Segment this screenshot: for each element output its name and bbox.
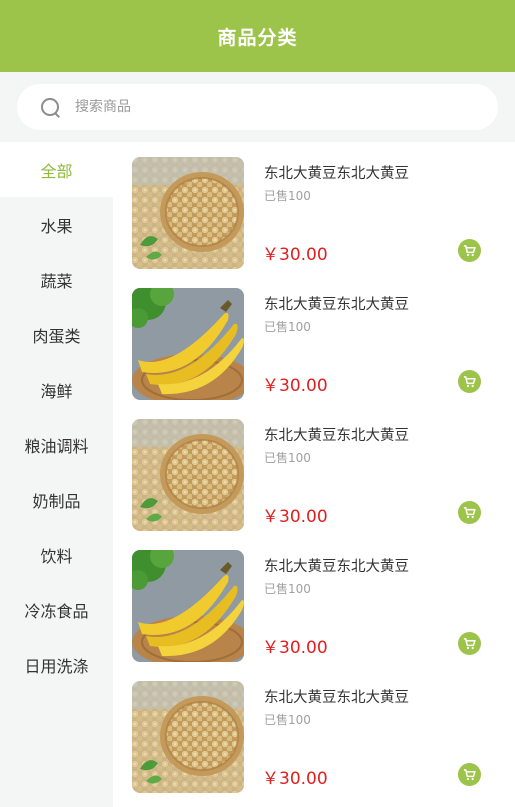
product-image-bananas bbox=[132, 550, 244, 662]
product-image-bananas bbox=[132, 288, 244, 400]
sidebar-item-grain-oil[interactable]: 粮油调料 bbox=[0, 417, 113, 472]
product-price: ￥30.00 bbox=[262, 245, 328, 265]
product-sold-count: 已售100 bbox=[264, 582, 311, 596]
product-card[interactable]: 东北大黄豆东北大黄豆 已售100 ￥30.00 bbox=[113, 666, 515, 797]
sidebar-item-dairy[interactable]: 奶制品 bbox=[0, 472, 113, 527]
product-name: 东北大黄豆东北大黄豆 bbox=[264, 297, 409, 313]
sidebar-item-fruit[interactable]: 水果 bbox=[0, 197, 113, 252]
product-name: 东北大黄豆东北大黄豆 bbox=[264, 690, 409, 706]
sidebar-item-all[interactable]: 全部 bbox=[0, 142, 113, 197]
sidebar-item-vegetables[interactable]: 蔬菜 bbox=[0, 252, 113, 307]
cart-icon[interactable] bbox=[458, 239, 481, 262]
product-name: 东北大黄豆东北大黄豆 bbox=[264, 559, 409, 575]
product-price: ￥30.00 bbox=[262, 769, 328, 789]
category-sidebar: 全部 水果 蔬菜 肉蛋类 海鲜 粮油调料 奶制品 饮料 冷冻食品 日用洗涤 bbox=[0, 142, 113, 807]
product-sold-count: 已售100 bbox=[264, 320, 311, 334]
product-image-soybeans bbox=[132, 681, 244, 793]
sidebar-item-label: 粮油调料 bbox=[24, 436, 89, 456]
cart-icon[interactable] bbox=[458, 763, 481, 786]
cart-icon[interactable] bbox=[458, 632, 481, 655]
product-sold-count: 已售100 bbox=[264, 713, 311, 727]
product-card[interactable]: 东北大黄豆东北大黄豆 已售100 ￥30.00 bbox=[113, 535, 515, 666]
product-card[interactable]: 东北大黄豆东北大黄豆 已售100 ￥30.00 bbox=[113, 273, 515, 404]
product-name: 东北大黄豆东北大黄豆 bbox=[264, 166, 409, 182]
sidebar-item-label: 海鲜 bbox=[40, 381, 73, 401]
sidebar-item-label: 蔬菜 bbox=[40, 271, 73, 291]
product-image-soybeans bbox=[132, 157, 244, 269]
product-name: 东北大黄豆东北大黄豆 bbox=[264, 428, 409, 444]
page-title: 商品分类 bbox=[217, 26, 298, 49]
sidebar-item-frozen[interactable]: 冷冻食品 bbox=[0, 582, 113, 637]
product-list: 东北大黄豆东北大黄豆 已售100 ￥30.00 东北大黄豆东北大黄豆 已售100… bbox=[113, 142, 515, 807]
sidebar-item-meat-eggs[interactable]: 肉蛋类 bbox=[0, 307, 113, 362]
sidebar-item-label: 饮料 bbox=[40, 546, 73, 566]
product-card[interactable]: 东北大黄豆东北大黄豆 已售100 ￥30.00 bbox=[113, 404, 515, 535]
sidebar-item-label: 奶制品 bbox=[32, 491, 81, 511]
product-sold-count: 已售100 bbox=[264, 189, 311, 203]
cart-icon[interactable] bbox=[458, 501, 481, 524]
sidebar-item-household[interactable]: 日用洗涤 bbox=[0, 637, 113, 692]
search-icon bbox=[39, 96, 61, 118]
cart-icon[interactable] bbox=[458, 370, 481, 393]
sidebar-item-label: 水果 bbox=[40, 216, 73, 236]
product-price: ￥30.00 bbox=[262, 376, 328, 396]
search-bar-container bbox=[0, 72, 515, 142]
product-price: ￥30.00 bbox=[262, 638, 328, 658]
search-bar[interactable] bbox=[17, 84, 498, 130]
app-header: 商品分类 bbox=[0, 0, 515, 72]
sidebar-item-seafood[interactable]: 海鲜 bbox=[0, 362, 113, 417]
sidebar-item-label: 肉蛋类 bbox=[32, 326, 81, 346]
search-input[interactable] bbox=[75, 99, 455, 115]
sidebar-item-label: 日用洗涤 bbox=[24, 656, 89, 676]
product-price: ￥30.00 bbox=[262, 507, 328, 527]
product-card[interactable]: 东北大黄豆东北大黄豆 已售100 ￥30.00 bbox=[113, 142, 515, 273]
sidebar-item-drinks[interactable]: 饮料 bbox=[0, 527, 113, 582]
product-image-soybeans bbox=[132, 419, 244, 531]
sidebar-item-label: 冷冻食品 bbox=[24, 601, 89, 621]
product-sold-count: 已售100 bbox=[264, 451, 311, 465]
sidebar-item-label: 全部 bbox=[40, 161, 73, 181]
